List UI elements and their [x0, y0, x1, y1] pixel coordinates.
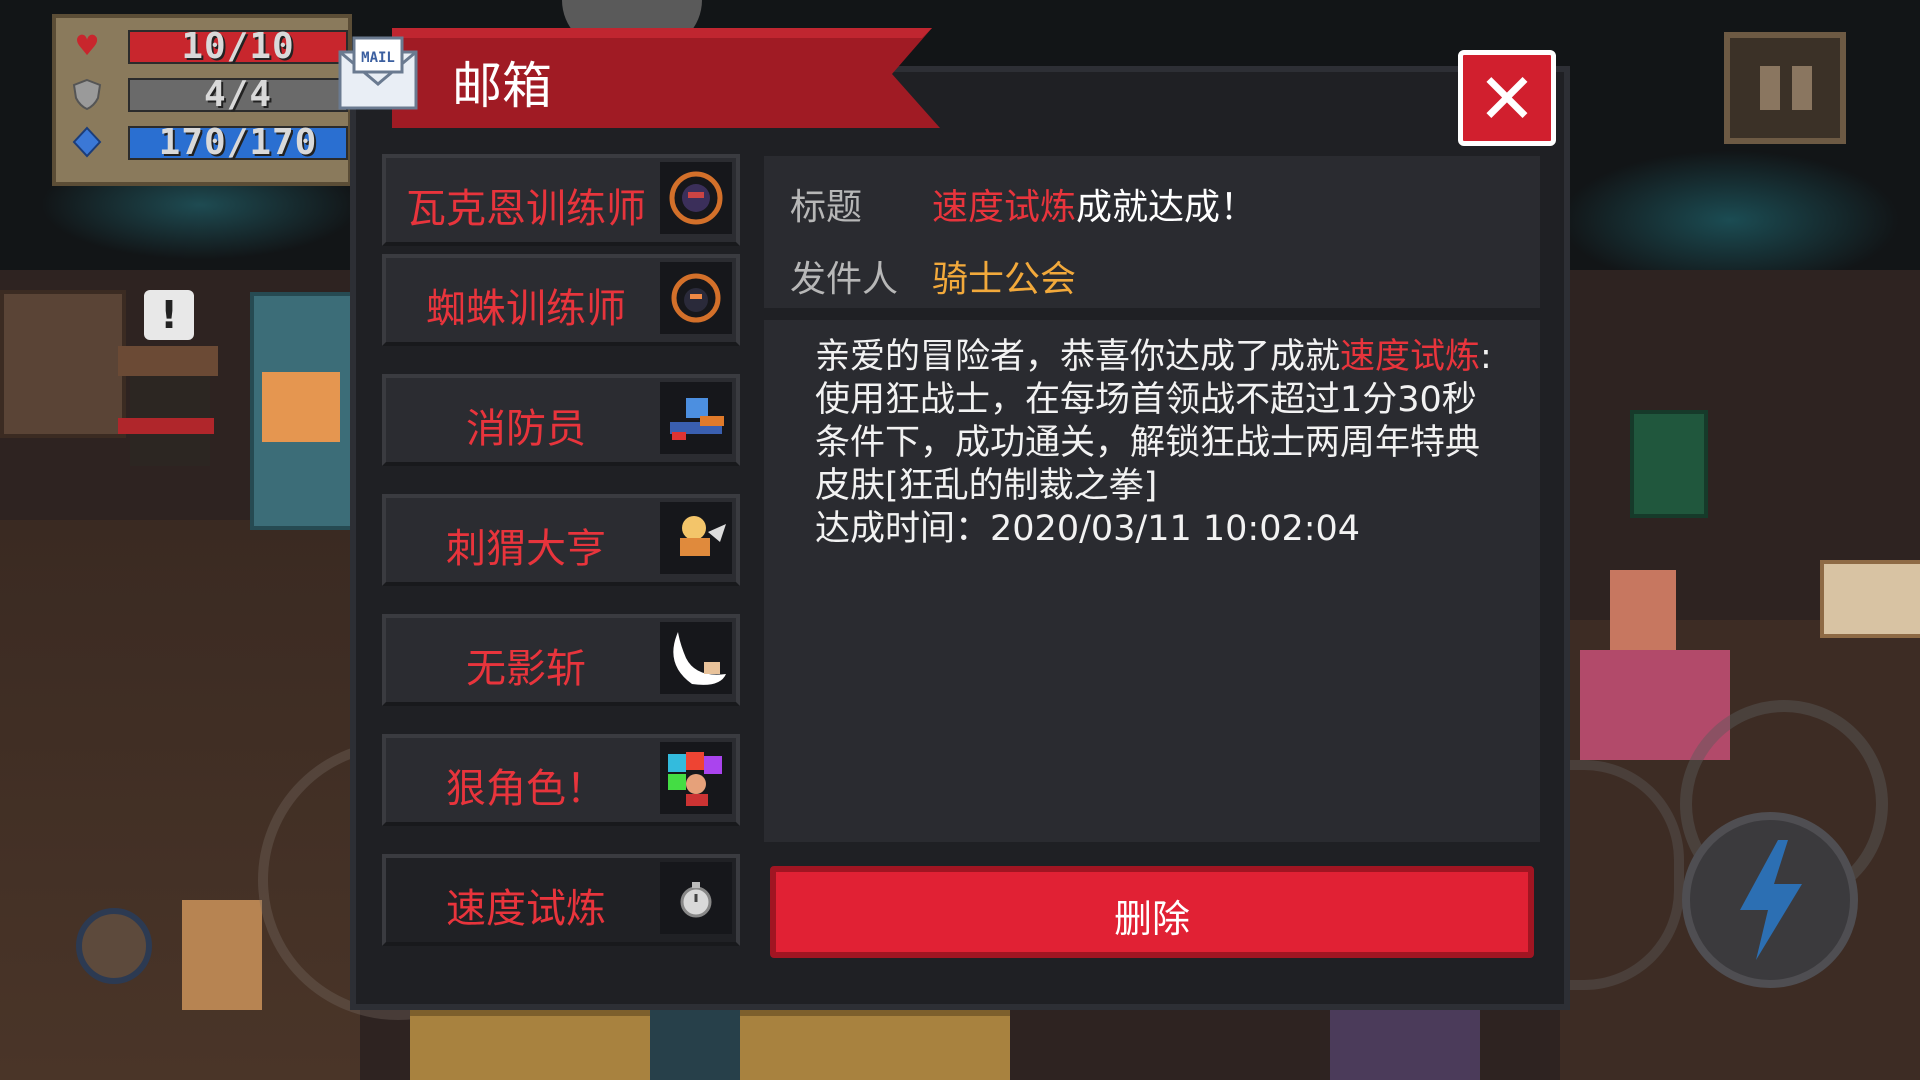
sender-label: 发件人 — [790, 259, 899, 300]
subject-highlight: 速度试炼 — [932, 187, 1077, 228]
mail-item-label: 瓦克恩训练师 — [406, 186, 646, 232]
mail-envelope-icon: MAIL — [336, 34, 420, 118]
sender-value: 骑士公会 — [932, 259, 1077, 300]
shield-icon — [70, 78, 104, 111]
armor-value: 4/4 — [203, 74, 273, 115]
health-row: ♥ 10/10 — [64, 26, 348, 66]
mail-body-text: 亲爱的冒险者，恭喜你达成了成就速度试炼:使用狂战士，在每场首领战不超过1分30秒… — [815, 336, 1505, 551]
body-highlight: 速度试炼 — [1340, 337, 1481, 377]
npc-scarf — [118, 418, 214, 434]
npc-hat — [118, 346, 218, 376]
close-button[interactable]: ✕ — [1458, 50, 1556, 146]
armor-row: 4/4 — [64, 74, 348, 114]
barrel — [76, 908, 152, 984]
tough-guy-icon — [660, 742, 732, 814]
subject-label: 标题 — [790, 187, 863, 228]
shop-npc — [1610, 570, 1676, 650]
hedgehog-tycoon-icon — [660, 502, 732, 574]
skill-button[interactable] — [1682, 812, 1858, 988]
mail-item-label: 刺猬大亨 — [446, 526, 606, 572]
mail-item-6[interactable]: 速度试炼 — [382, 854, 740, 946]
mail-item-4[interactable]: 无影斩 — [382, 614, 740, 706]
health-value: 10/10 — [181, 26, 295, 67]
heart-icon: ♥ — [74, 29, 100, 62]
energy-row: 170/170 — [64, 122, 348, 162]
mail-item-label: 狠角色！ — [446, 766, 606, 812]
shelf — [0, 290, 126, 438]
exclamation-icon: ! — [144, 290, 194, 340]
mail-item-0[interactable]: 瓦克恩训练师 — [382, 154, 740, 246]
envelope-text: MAIL — [361, 50, 395, 66]
lightning-icon — [1740, 840, 1802, 960]
vending-window — [262, 372, 340, 442]
energy-bar: 170/170 — [128, 122, 348, 163]
player-stats-panel: ♥ 10/10 4/4 170/170 — [52, 14, 352, 186]
delete-label: 删除 — [1113, 897, 1190, 941]
mail-item-2[interactable]: 消防员 — [382, 374, 740, 466]
mail-item-1[interactable]: 蜘蛛训练师 — [382, 254, 740, 346]
green-cabinet — [1630, 410, 1708, 518]
close-icon: ✕ — [1477, 58, 1537, 140]
player-character — [650, 1010, 740, 1080]
mail-item-label: 蜘蛛训练师 — [426, 286, 626, 332]
health-bar: 10/10 — [128, 26, 348, 67]
armor-bar: 4/4 — [128, 74, 348, 115]
achieved-label: 达成时间： — [815, 509, 991, 549]
mail-item-label: 消防员 — [466, 406, 586, 452]
dog-npc — [182, 900, 262, 1010]
pet-npc — [1330, 1010, 1480, 1080]
stopwatch-icon — [660, 862, 732, 934]
subject-rest: 成就达成！ — [1076, 187, 1257, 228]
subject-value: 速度试炼成就达成！ — [932, 178, 1256, 230]
spider-trainer-icon — [660, 262, 732, 334]
mail-header: 标题 速度试炼成就达成！ 发件人 骑士公会 — [764, 156, 1540, 308]
energy-value: 170/170 — [158, 122, 318, 163]
delete-button[interactable]: 删除 — [770, 866, 1534, 958]
crescent-slash-icon — [660, 622, 732, 694]
diamond-icon — [70, 126, 104, 158]
mailbox-title: 邮箱 — [452, 57, 552, 115]
firefighter-icon — [660, 382, 732, 454]
wizard-trainer-icon — [660, 162, 732, 234]
body-prefix: 亲爱的冒险者，恭喜你达成了成就 — [815, 337, 1341, 377]
wall-glow-right — [1560, 150, 1900, 290]
mail-item-5[interactable]: 狠角色！ — [382, 734, 740, 826]
signboard — [1820, 560, 1920, 638]
mail-item-label: 无影斩 — [466, 646, 586, 692]
achieved-time: 2020/03/11 10:02:04 — [990, 509, 1361, 549]
mail-item-label: 速度试炼 — [446, 886, 606, 932]
pause-button[interactable] — [1724, 32, 1846, 144]
mail-item-3[interactable]: 刺猬大亨 — [382, 494, 740, 586]
